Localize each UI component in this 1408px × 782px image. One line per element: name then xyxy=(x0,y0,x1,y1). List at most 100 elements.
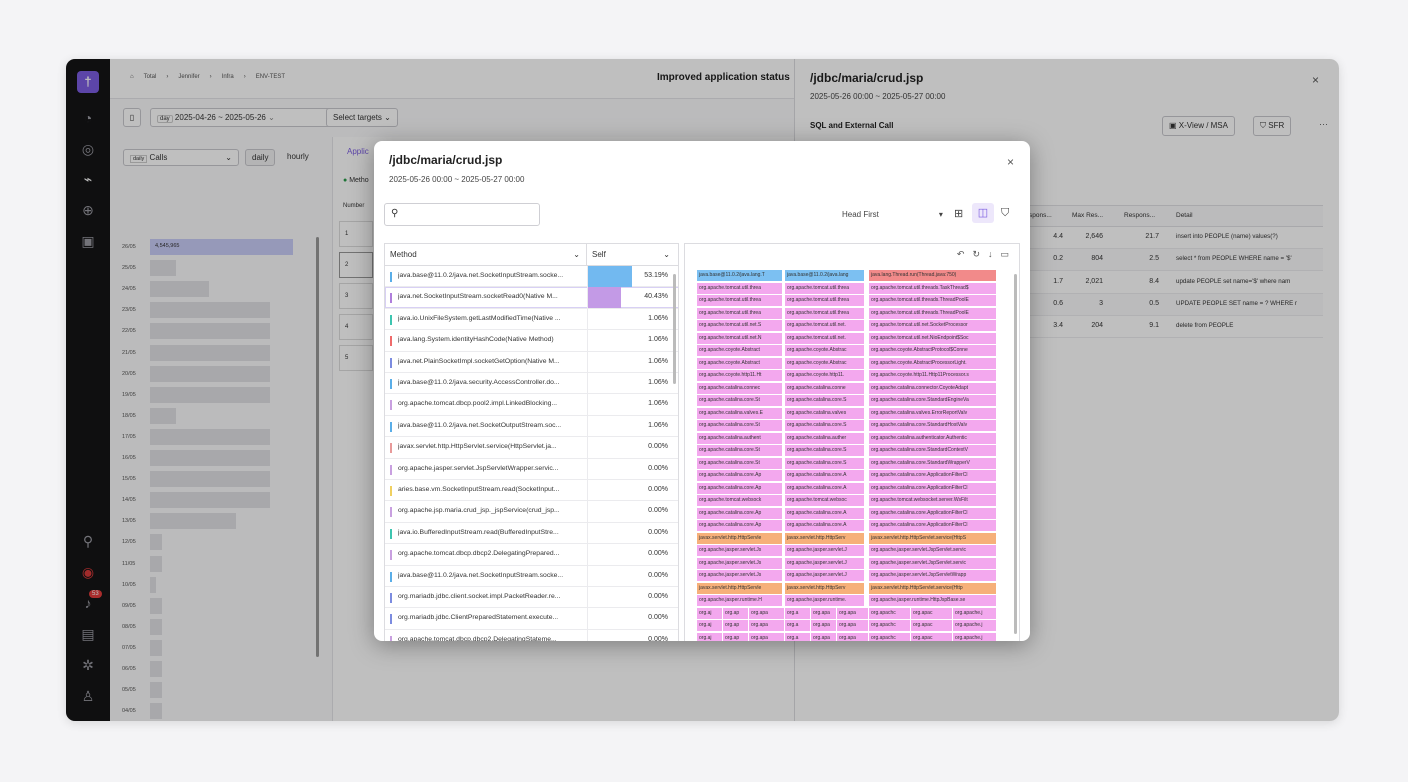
flame-frame[interactable]: org.apache.catalina.core.St xyxy=(697,457,783,469)
close-icon[interactable]: × xyxy=(1007,155,1014,169)
flame-frame[interactable]: org.apache.j xyxy=(953,632,997,641)
search-field[interactable] xyxy=(405,207,535,222)
undo-icon[interactable]: ↶ xyxy=(957,249,965,260)
table-row[interactable]: org.apache.jsp.maria.crud_jsp._jspServic… xyxy=(385,501,678,523)
table-row[interactable]: java.net.SocketInputStream.socketRead0(N… xyxy=(385,287,678,309)
flame-frame[interactable]: org.apache.catalina.core.ApplicationFilt… xyxy=(869,520,997,531)
flame-frame[interactable]: org.apache.catalina.core.StandardContext… xyxy=(869,445,997,456)
flame-frame[interactable]: org.apache.tomcat.util.threads.ThreadPoo… xyxy=(869,295,997,306)
flame-frame[interactable]: org.apa xyxy=(811,632,837,641)
flame-frame[interactable]: org.apache.catalina.core.StandardEngineV… xyxy=(869,395,997,406)
table-row[interactable]: java.base@11.0.2/java.net.SocketInputStr… xyxy=(385,565,678,587)
flame-frame[interactable]: org.apache.catalina.core.Ap xyxy=(697,520,783,531)
flame-frame[interactable]: org.apache.coyote.AbstractProcessorLight… xyxy=(869,357,997,369)
flame-frame[interactable]: org.apache.coyote.AbstractProtocol$Conne xyxy=(869,345,997,356)
split-view-icon[interactable]: ◫ xyxy=(972,203,994,223)
flame-frame[interactable]: org.apache.tomcat.util.net.N xyxy=(697,332,783,344)
flame-frame[interactable]: java.base@11.0.2/java.lang.T xyxy=(697,270,783,281)
flame-frame[interactable]: org.apache.tomcat.util.threa xyxy=(785,295,865,306)
flame-frame[interactable]: java.base@11.0.2/java.lang xyxy=(785,270,865,281)
flame-frame[interactable]: org.apa xyxy=(811,607,837,619)
flame-frame[interactable]: javax.servlet.http.HttpServle xyxy=(697,582,783,594)
flame-frame[interactable]: org.apache.tomcat.util.net. xyxy=(785,332,865,344)
flame-frame[interactable]: org.apache.catalina.core.StandardHostVal… xyxy=(869,420,997,431)
grid-view-icon[interactable]: ⊞ xyxy=(954,207,963,220)
flame-frame[interactable]: org.apache.catalina.core.St xyxy=(697,420,783,431)
flame-frame[interactable]: org.apache.tomcat.util.net.NioEndpoint$S… xyxy=(869,332,997,344)
flame-frame[interactable]: org.apache.tomcat.util.net. xyxy=(785,320,865,331)
flame-frame[interactable]: org.apache.catalina.connec xyxy=(697,382,783,394)
flame-frame[interactable]: org.apache.j xyxy=(953,620,997,631)
flame-frame[interactable]: org.apache.catalina.core.St xyxy=(697,445,783,456)
flame-frame[interactable]: org.ap xyxy=(723,620,749,631)
flame-frame[interactable]: org.apache.tomcat.util.threa xyxy=(697,282,783,294)
download-icon[interactable]: ↓ xyxy=(988,249,993,260)
table-row[interactable]: org.apache.jasper.servlet.JspServletWrap… xyxy=(385,458,678,480)
flame-frame[interactable]: org.aj xyxy=(697,620,723,631)
flame-frame[interactable]: org.apache.tomcat.util.net.S xyxy=(697,320,783,331)
flame-frame[interactable]: org.apachc xyxy=(869,607,911,619)
flame-frame[interactable]: org.apache.tomcat.util.threa xyxy=(785,307,865,319)
flame-frame[interactable]: org.apache.tomcat.util.threa xyxy=(697,295,783,306)
flame-frame[interactable]: org.apache.coyote.Abstrac xyxy=(785,345,865,356)
flame-frame[interactable]: org.apache.catalina.auther xyxy=(785,432,865,444)
flame-frame[interactable]: org.apache.catalina.core.StandardWrapper… xyxy=(869,457,997,469)
flame-frame[interactable]: org.apache.catalina.core.Ap xyxy=(697,470,783,481)
flame-frame[interactable]: org.apache.jasper.runtime. xyxy=(785,595,865,606)
flame-frame[interactable]: org.apa xyxy=(837,632,869,641)
flame-frame[interactable]: org.apache.catalina.core.ApplicationFilt… xyxy=(869,507,997,519)
table-row[interactable]: org.apache.tomcat.dbcp.dbcp2.DelegatingP… xyxy=(385,544,678,566)
flame-frame[interactable]: org.apache.j xyxy=(953,607,997,619)
col-self[interactable]: Self ⌄ xyxy=(587,244,678,266)
flame-frame[interactable]: org.apache.jasper.servlet.Js xyxy=(697,570,783,581)
flame-frame[interactable]: org.apache.jasper.servlet.JspServletWrap… xyxy=(869,570,997,581)
flame-frame[interactable]: org.apache.catalina.core.A xyxy=(785,470,865,481)
flame-frame[interactable]: org.apache.coyote.Abstract xyxy=(697,345,783,356)
flame-frame[interactable]: org.apa xyxy=(811,620,837,631)
flame-frame[interactable]: org.apache.jasper.servlet.J xyxy=(785,557,865,569)
flame-frame[interactable]: org.apache.jasper.servlet.Js xyxy=(697,545,783,556)
flame-frame[interactable]: org.apache.catalina.core.Ap xyxy=(697,482,783,494)
flame-frame[interactable]: org.apache.catalina.connector.CoyoteAdap… xyxy=(869,382,997,394)
flame-frame[interactable]: org.apache.jasper.servlet.JspServlet.ser… xyxy=(869,545,997,556)
flame-frame[interactable]: org.apache.coyote.Abstract xyxy=(697,357,783,369)
flame-frame[interactable]: org.aj xyxy=(697,632,723,641)
flame-frame[interactable]: org.apache.catalina.core.A xyxy=(785,482,865,494)
flame-frame[interactable]: org.apac xyxy=(911,620,953,631)
filter-icon[interactable]: ⛉ xyxy=(1001,207,1009,220)
flame-frame[interactable]: org.apa xyxy=(837,607,869,619)
flame-frame[interactable]: org.apache.catalina.core.ApplicationFilt… xyxy=(869,470,997,481)
table-row[interactable]: org.apache.tomcat.dbcp.dbcp2.DelegatingS… xyxy=(385,629,678,641)
flame-frame[interactable]: org.apache.tomcat.util.threads.ThreadPoo… xyxy=(869,307,997,319)
flame-frame[interactable]: org.ap xyxy=(723,632,749,641)
flame-frame[interactable]: org.apache.tomcat.websoc xyxy=(785,495,865,506)
flame-frame[interactable]: org.apache.catalina.core.S xyxy=(785,420,865,431)
table-row[interactable]: java.base@11.0.2/java.security.AccessCon… xyxy=(385,373,678,395)
flame-frame[interactable]: org.apachc xyxy=(869,620,911,631)
flame-frame[interactable]: org.apache.catalina.core.ApplicationFilt… xyxy=(869,482,997,494)
flame-frame[interactable]: org.apache.catalina.core.S xyxy=(785,445,865,456)
flame-frame[interactable]: org.apache.catalina.core.A xyxy=(785,520,865,531)
flame-frame[interactable]: org.apache.coyote.http11. xyxy=(785,370,865,381)
table-row[interactable]: java.base@11.0.2/java.net.SocketInputStr… xyxy=(385,266,678,288)
flame-frame[interactable]: org.apache.coyote.http11.Ht xyxy=(697,370,783,381)
flame-frame[interactable]: java.lang.Thread.run(Thread.java:750) xyxy=(869,270,997,281)
refresh-icon[interactable]: ↻ xyxy=(972,249,980,260)
flame-frame[interactable]: org.apache.coyote.Abstrac xyxy=(785,357,865,369)
flame-frame[interactable]: org.apa xyxy=(837,620,869,631)
expand-icon[interactable]: ▭ xyxy=(1000,249,1009,260)
flame-frame[interactable]: org.apache.jasper.runtime.H xyxy=(697,595,783,606)
table-row[interactable]: java.io.BufferedInputStream.read(Buffere… xyxy=(385,522,678,545)
table-row[interactable]: java.io.UnixFileSystem.getLastModifiedTi… xyxy=(385,308,678,331)
flame-frame[interactable]: org.apache.tomcat.util.threa xyxy=(785,282,865,294)
flame-frame[interactable]: org.apache.tomcat.websocket.server.WsFil… xyxy=(869,495,997,506)
flame-frame[interactable]: org.apa xyxy=(749,607,785,619)
flame-frame[interactable]: org.apache.jasper.servlet.J xyxy=(785,570,865,581)
flame-frame[interactable]: javax.servlet.http.HttpServlet.service(H… xyxy=(869,532,997,544)
flame-frame[interactable]: org.apache.catalina.core.Ap xyxy=(697,507,783,519)
flame-frame[interactable]: org.apac xyxy=(911,632,953,641)
flame-frame[interactable]: org.apache.catalina.core.St xyxy=(697,395,783,406)
table-row[interactable]: java.lang.System.identityHashCode(Native… xyxy=(385,330,678,352)
flame-frame[interactable]: javax.servlet.http.HttpServ xyxy=(785,532,865,544)
flame-frame[interactable]: org.apache.tomcat.util.threads.TaskThrea… xyxy=(869,282,997,294)
